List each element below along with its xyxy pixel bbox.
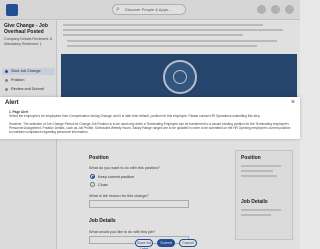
alert-dialog: Alert × 1. Page Alert Select the employe… — [0, 97, 300, 139]
close-icon[interactable]: × — [291, 98, 295, 107]
alert-message-line2: However, The selection of Job Change Per… — [9, 122, 291, 134]
alert-title: Alert — [5, 100, 19, 106]
alert-message-line1: Select the employee's for employees from… — [9, 114, 261, 118]
